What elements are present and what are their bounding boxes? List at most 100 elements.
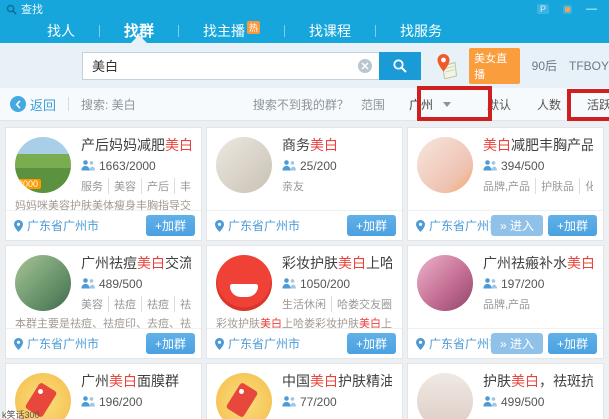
group-title[interactable]: 产后妈妈减肥美白丰胸 [81, 137, 191, 154]
search-box [82, 52, 379, 80]
group-card[interactable]: 美白减肥丰胸产品交流 394/500 品牌,产品护肤品化妆品香水... 广东省广… [407, 127, 604, 241]
member-count: 489/500 [99, 277, 142, 291]
join-group-button[interactable]: +加群 [548, 215, 597, 236]
divider [68, 97, 69, 111]
member-count: 196/200 [99, 395, 142, 409]
member-count: 394/500 [501, 159, 544, 173]
member-count-row: 197/200 [483, 277, 593, 291]
member-count-row: 1663/2000 [81, 159, 191, 173]
member-count-row: 394/500 [483, 159, 593, 173]
tab-find-people[interactable]: 找人 [37, 18, 85, 43]
member-count: 1050/200 [300, 277, 350, 291]
group-location: 广东省广州市 [416, 217, 491, 234]
search-query-label: 搜索: 美白 [81, 96, 136, 113]
card-footer: 广东省广州市 +加群 [6, 210, 201, 240]
group-tags: 品牌,产品护肤品化妆品香水... [483, 178, 593, 194]
tab-find-services[interactable]: 找服务 [390, 18, 452, 43]
card-footer: 广东省广州市 » 进入 +加群 [408, 210, 603, 240]
tab-find-courses[interactable]: 找课程 [299, 18, 361, 43]
group-card[interactable]: 中国美白护肤精油群 77/200 [206, 363, 403, 419]
live-badge[interactable]: 美女直播 [469, 48, 520, 84]
minimize-icon[interactable]: — [586, 4, 597, 14]
tab-separator [99, 25, 100, 37]
group-tags: 美容祛痘祛痘祛痘祛痘... [81, 296, 191, 312]
enter-group-button[interactable]: » 进入 [491, 333, 543, 354]
group-location: 广东省广州市 [14, 335, 99, 352]
tab-label: 找群 [124, 20, 154, 41]
sort-default[interactable]: 默认 [487, 96, 511, 113]
tab-separator [284, 25, 285, 37]
group-title[interactable]: 商务美白 [282, 137, 392, 154]
group-card[interactable]: 广州祛瘢补水美白群 197/200 品牌,产品 广东省广州市 » 进入 [407, 245, 604, 359]
search-button[interactable] [379, 52, 421, 80]
cant-find-group-link[interactable]: 搜索不到我的群？ [253, 96, 349, 113]
member-count-row: 1050/200 [282, 277, 392, 291]
member-count: 499/500 [501, 395, 544, 409]
search-input[interactable] [82, 52, 379, 80]
group-card[interactable]: 商务美白 25/200 亲友 广东省广州市 +加群 [206, 127, 403, 241]
back-button[interactable]: 返回 [10, 95, 56, 114]
group-title[interactable]: 广州美白面膜群 [81, 373, 191, 390]
location-text: 广东省广州市 [228, 217, 300, 234]
join-group-button[interactable]: +加群 [146, 215, 195, 236]
chevron-down-icon [443, 102, 451, 111]
group-title[interactable]: 美白减肥丰胸产品交流 [483, 137, 593, 154]
group-title[interactable]: 护肤美白，祛斑抗皱 [483, 373, 593, 390]
group-tags: 服务美容产后丰胸面膜... [81, 178, 191, 194]
group-title[interactable]: 中国美白护肤精油群 [282, 373, 392, 390]
members-icon [81, 278, 95, 289]
group-title[interactable]: 广州祛痘美白交流 [81, 255, 191, 272]
window-title: 查找 [21, 1, 43, 17]
titlebar-p-icon[interactable]: P [537, 4, 549, 14]
group-tags: 亲友 [282, 178, 392, 194]
group-title[interactable]: 彩妆护肤美白上哈娄 [282, 255, 392, 272]
capacity-badge: 2000 [15, 179, 41, 189]
group-photo-woman-pale [417, 373, 473, 419]
group-card[interactable]: 彩妆护肤美白上哈娄 1050/200 生活休闲哈娄交友圈膜哈娄星... 彩妆护肤… [206, 245, 403, 359]
tab-find-groups[interactable]: 找群 [114, 18, 164, 43]
group-card[interactable]: 2000 产后妈妈减肥美白丰胸 1663/2000 服务美容产后丰胸面膜... … [5, 127, 202, 241]
group-card[interactable]: 护肤美白，祛斑抗皱 499/500 [407, 363, 604, 419]
group-photo-business [216, 137, 272, 193]
magnifier-icon [392, 58, 408, 74]
map-location-icon[interactable] [435, 53, 457, 79]
tab-label: 找人 [47, 21, 75, 41]
member-count-row: 499/500 [483, 395, 593, 409]
join-group-button[interactable]: +加群 [347, 215, 396, 236]
tab-separator [178, 25, 179, 37]
location-pin-icon [215, 338, 224, 350]
location-pin-icon [14, 220, 23, 232]
city-dropdown[interactable]: 广州 [399, 92, 461, 117]
tab-label: 找服务 [400, 21, 442, 41]
member-count: 197/200 [501, 277, 544, 291]
group-card[interactable]: 广州祛痘美白交流 489/500 美容祛痘祛痘祛痘祛痘... 本群主要是祛痘、祛… [5, 245, 202, 359]
group-logo-heart-smile [216, 255, 272, 311]
group-photo-woman-flowers [417, 255, 473, 311]
sort-members[interactable]: 人数 [537, 96, 561, 113]
members-icon [483, 278, 497, 289]
back-label: 返回 [30, 95, 56, 114]
members-icon [282, 160, 296, 171]
hot-word-90s[interactable]: 90后 [532, 57, 557, 74]
tab-find-streamers[interactable]: 找主播热 [193, 18, 270, 43]
group-title[interactable]: 广州祛瘢补水美白群 [483, 255, 593, 272]
location-text: 广东省广州市 [228, 335, 300, 352]
group-photo-meadow: 2000 [15, 137, 71, 193]
join-group-button[interactable]: +加群 [548, 333, 597, 354]
sort-activity[interactable]: 活跃度 [587, 96, 609, 113]
join-group-button[interactable]: +加群 [347, 333, 396, 354]
member-count: 25/200 [300, 159, 337, 173]
group-photo-cosmetics [417, 137, 473, 193]
back-arrow-icon [10, 96, 26, 112]
city-dropdown-value: 广州 [409, 96, 433, 113]
titlebar: 查找 P — [0, 0, 609, 18]
titlebar-lock-icon[interactable] [563, 5, 572, 14]
join-group-button[interactable]: +加群 [146, 333, 195, 354]
hot-word-tfboy[interactable]: TFBOY [569, 59, 609, 73]
filter-bar: 返回 搜索: 美白 搜索不到我的群？ 范围 广州 默认 人数 活跃度 [0, 88, 609, 121]
group-tags: 生活休闲哈娄交友圈膜哈娄星... [282, 296, 392, 312]
clear-icon[interactable] [358, 59, 372, 73]
card-footer: 广东省广州市 » 进入 +加群 [408, 328, 603, 358]
background-artifact-text: k笑话300 [2, 408, 40, 419]
enter-group-button[interactable]: » 进入 [491, 215, 543, 236]
